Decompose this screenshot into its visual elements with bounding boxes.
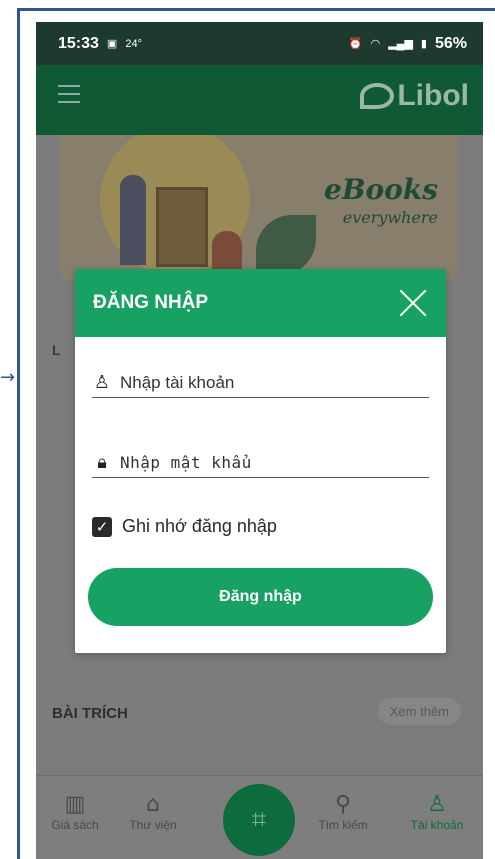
frame-border-left — [17, 8, 20, 859]
user-icon: ♙ — [427, 792, 447, 817]
nav-label-library: Thư viện — [129, 818, 177, 832]
status-bar: 15:33 ▣ 24° ⏰ ◠ ▂▄▆ ▮ 56% — [36, 22, 483, 65]
status-battery: 56% — [434, 34, 467, 52]
close-icon[interactable] — [398, 288, 428, 318]
alarm-icon: ⏰ — [348, 38, 363, 50]
battery-icon: ▮ — [420, 38, 427, 50]
ebooks-banner[interactable]: eBooks everywhere — [60, 135, 458, 280]
username-field[interactable]: ♙ Nhập tài khoản — [92, 368, 429, 398]
password-field[interactable]: 🔒︎ Nhập mật khẩu — [92, 448, 429, 478]
bottom-navigation: ▥ Giá sách ⌂ Thư viện ⌗ ⚲ Tìm kiếm ♙ Tài… — [36, 775, 483, 859]
nav-item-bookshelf[interactable]: ▥ Giá sách — [40, 792, 110, 832]
search-icon: ⚲ — [334, 792, 352, 817]
reader-illustration — [120, 175, 146, 265]
banner-title: eBooks — [324, 173, 438, 206]
qr-scan-icon: ⌗ — [251, 804, 267, 835]
libol-logo: Libol — [360, 79, 469, 113]
login-button[interactable]: Đăng nhập — [88, 568, 433, 626]
nav-item-account[interactable]: ♙ Tài khoản — [402, 792, 472, 832]
password-placeholder: Nhập mật khẩu — [120, 453, 252, 472]
see-more-button[interactable]: Xem thêm — [377, 698, 461, 725]
banner-subtitle: everywhere — [342, 208, 438, 227]
image-notification-icon: ▣ — [106, 38, 118, 50]
lock-icon: 🔒︎ — [97, 452, 107, 473]
remember-label: Ghi nhớ đăng nhập — [122, 516, 277, 536]
status-temp: 24° — [125, 37, 142, 50]
signal-icon: ▂▄▆ — [388, 38, 413, 50]
username-placeholder: Nhập tài khoản — [120, 372, 235, 392]
dialog-header: ĐĂNG NHẬP — [75, 269, 446, 337]
nav-item-search[interactable]: ⚲ Tìm kiếm — [308, 792, 378, 832]
phone-screen: 15:33 ▣ 24° ⏰ ◠ ▂▄▆ ▮ 56% Libol eBooks e… — [36, 22, 483, 859]
bookshelf-illustration — [156, 187, 208, 267]
screenshot-frame: → 15:33 ▣ 24° ⏰ ◠ ▂▄▆ ▮ 56% Libol eBooks… — [0, 0, 495, 859]
leaf-illustration — [256, 215, 316, 275]
nav-label-bookshelf: Giá sách — [51, 818, 99, 832]
bookshelf-icon: ▥ — [64, 792, 86, 817]
arrow-pointer-icon: → — [0, 367, 16, 388]
dialog-title: ĐĂNG NHẬP — [93, 292, 209, 313]
remember-me-row[interactable]: ✓ Ghi nhớ đăng nhập — [92, 516, 277, 537]
nav-label-account: Tài khoản — [410, 818, 464, 832]
app-bar: Libol — [36, 65, 483, 135]
banner-text: eBooks everywhere — [324, 173, 438, 227]
remember-checkbox[interactable]: ✓ — [92, 516, 112, 537]
login-dialog: ĐĂNG NHẬP ♙ Nhập tài khoản 🔒︎ Nhập mật k… — [75, 269, 446, 653]
logo-text: Libol — [397, 79, 469, 112]
nav-label-search: Tìm kiếm — [318, 818, 368, 832]
status-time: 15:33 — [58, 34, 99, 52]
section-label-partial: L — [52, 342, 61, 358]
nav-item-library[interactable]: ⌂ Thư viện — [118, 792, 188, 832]
logo-mark-icon — [360, 83, 395, 109]
excerpts-section-title: BÀI TRÍCH — [52, 705, 128, 722]
frame-border-top — [17, 8, 495, 11]
library-icon: ⌂ — [146, 792, 160, 817]
wifi-icon: ◠ — [370, 38, 381, 50]
seated-reader-illustration — [212, 231, 242, 271]
hamburger-menu-icon[interactable] — [58, 85, 80, 103]
qr-scan-button[interactable]: ⌗ — [223, 784, 295, 856]
user-icon: ♙ — [93, 372, 111, 393]
